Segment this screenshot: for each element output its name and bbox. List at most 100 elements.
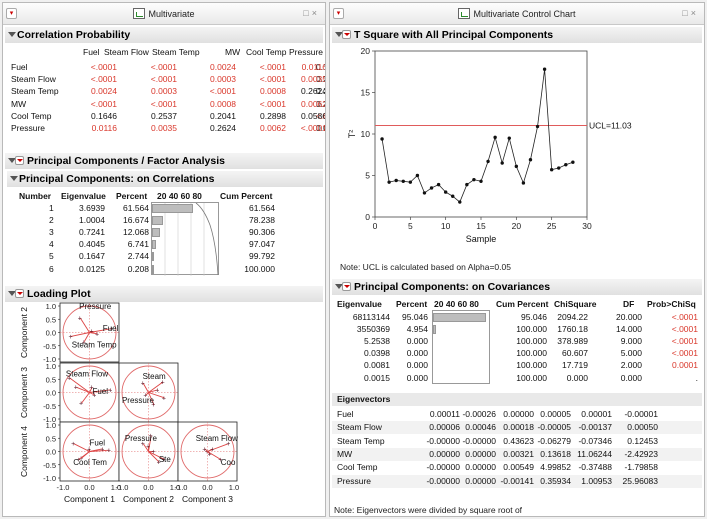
scree-curve — [164, 203, 219, 276]
data-point — [500, 161, 504, 165]
chisquare-cell: 2094.22 — [557, 312, 588, 322]
data-point — [514, 164, 519, 169]
prob-cell: <.0001 — [671, 348, 698, 359]
eigenvector-cell: -1.79858 — [624, 462, 658, 473]
correlation-cell: <.0001 — [259, 74, 286, 85]
correlation-probability-header[interactable]: Correlation Probability — [5, 27, 323, 43]
cum-percent-cell: 100.000 — [516, 360, 547, 371]
x-tick-label: 10 — [441, 221, 451, 231]
pc-covariances-header[interactable]: Principal Components: on Covariances — [332, 279, 702, 295]
eigenvector-row-label: Steam Flow — [337, 422, 382, 433]
window-controls[interactable]: □× — [682, 8, 699, 18]
tsquare-header[interactable]: T Square with All Principal Components — [332, 27, 702, 43]
y-tick-label: 0.0 — [46, 329, 56, 338]
percent-cell: 95.046 — [402, 312, 428, 322]
correlation-cell: 0.0024 — [210, 62, 236, 72]
section-title: Principal Components / Factor Analysis — [27, 155, 225, 167]
eigenvector-cell: -0.00001 — [624, 409, 658, 419]
y-axis-label: Component 3 — [19, 367, 29, 418]
disclosure-icon[interactable] — [10, 176, 18, 181]
df-cell: 5.000 — [620, 348, 642, 359]
loading-point: + — [107, 448, 111, 455]
percent-cell: 6.741 — [127, 239, 149, 250]
variable-label: Fuel — [103, 324, 119, 333]
loading-panel-p12: +++++ +PressureFuelSteam Temp — [59, 302, 120, 363]
data-point — [380, 137, 384, 141]
data-point — [486, 159, 490, 164]
tsquare-chart: 20 15 10 5 00 5 10 15 20 25 30 T² Sample UCL=11.03 — [347, 46, 632, 244]
correlation-cell: <.0001 — [90, 98, 117, 109]
correlation-cell: 0.0116 — [91, 123, 117, 133]
x-tick-label: 1.0 — [229, 483, 239, 492]
variable-label: Steam Flow — [66, 369, 108, 378]
column-header-eigenvalue: Eigenvalue — [61, 191, 106, 201]
loading-point: + — [79, 401, 83, 408]
eigenvalue-cell: 3550369 — [356, 324, 390, 335]
data-point — [458, 200, 462, 204]
correlation-cell: 0.2624 — [210, 123, 236, 133]
correlation-cell: 0.0003 — [210, 74, 236, 85]
data-point — [528, 158, 533, 162]
pca-header[interactable]: Principal Components / Factor Analysis — [5, 153, 323, 169]
y-tick-label: -0.5 — [43, 342, 56, 351]
eigenvector-cell: 1.00953 — [581, 475, 612, 486]
eigenvector-cell: -0.00000 — [462, 435, 496, 446]
percent-bar — [152, 240, 157, 250]
percent-cell: 0.000 — [406, 372, 428, 383]
x-axis-1: -1.0 0.0 1.0Component 2 — [116, 483, 181, 504]
y-tick-label: -1.0 — [43, 474, 56, 483]
pca-correlations-header[interactable]: Principal Components: on Correlations — [7, 171, 323, 187]
eigenvector-cell: -0.37488 — [578, 462, 612, 473]
cumulative-curve — [195, 203, 219, 276]
eigenvector-cell: 25.96083 — [622, 475, 658, 486]
x-axis-label: Component 2 — [123, 494, 174, 504]
disclosure-icon[interactable] — [8, 32, 16, 37]
y-tick-label: 1.0 — [46, 302, 56, 311]
eigenvector-cell: -0.00005 — [537, 422, 571, 433]
eigenvector-cell: 0.35934 — [540, 475, 571, 486]
column-header-df: DF — [623, 299, 635, 309]
x-tick-label: 30 — [582, 221, 592, 231]
red-triangle-menu-icon[interactable] — [15, 156, 24, 165]
eigenvector-cell: -0.00141 — [500, 475, 534, 486]
control-chart-icon — [458, 8, 471, 19]
percent-bar — [433, 313, 487, 322]
title-bar: ▾ Multivariate Control Chart □× — [330, 3, 704, 25]
correlation-cell: 0.0008 — [210, 98, 236, 109]
row-number: 4 — [49, 239, 54, 250]
column-header: Fuel — [83, 47, 100, 57]
prob-cell: . — [695, 372, 698, 383]
column-header-percent: Percent — [116, 191, 148, 201]
column-header: Cool Temp — [246, 47, 287, 57]
red-triangle-menu-icon[interactable] — [342, 282, 351, 291]
loading-plot-header[interactable]: Loading Plot — [5, 286, 323, 302]
variable-label: Ste — [159, 455, 172, 464]
loading-panel-p14: ++++++FuelCool Tem — [59, 421, 120, 482]
window-controls[interactable]: □× — [303, 8, 320, 18]
cum-percent-cell: 100.000 — [516, 372, 547, 383]
cum-percent-cell: 78.238 — [249, 215, 275, 226]
data-point — [521, 181, 526, 185]
variable-label: Pressure — [79, 302, 112, 311]
chisquare-cell: 60.607 — [562, 348, 588, 359]
data-point — [549, 167, 554, 172]
column-header: Steam Flow — [104, 47, 149, 57]
variable-label: Coo — [221, 458, 236, 467]
cum-percent-cell: 100.000 — [244, 263, 275, 274]
variable-label: Steam — [143, 372, 166, 381]
eigenvalue-cell: 68113144 — [352, 312, 390, 322]
data-point — [507, 136, 511, 140]
column-header-number: Number — [19, 191, 52, 201]
y-tick-label: 0.5 — [46, 315, 56, 324]
eigenvector-cell: 0.00000 — [465, 448, 496, 459]
chisquare-cell: 1760.18 — [557, 324, 588, 335]
y-axis-label: T² — [347, 130, 357, 139]
y-tick-label: 20 — [361, 46, 371, 56]
red-triangle-menu-icon[interactable] — [342, 30, 351, 39]
eigenvector-cell: 4.99852 — [540, 462, 571, 473]
multivariate-window: ▾ Multivariate □× Correlation Probabilit… — [2, 2, 326, 517]
red-triangle-menu-icon[interactable] — [15, 289, 24, 298]
correlation-cell: 0.0024 — [91, 86, 117, 97]
variable-label: Pressure — [125, 434, 158, 443]
x-axis-0: -1.0 0.0 1.0Component 1 — [57, 483, 122, 504]
